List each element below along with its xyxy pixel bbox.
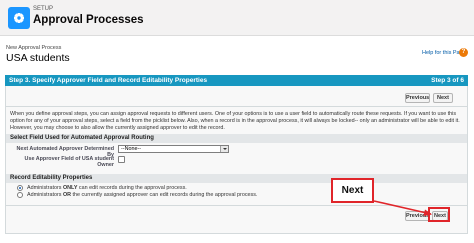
annotation-arrow bbox=[373, 200, 432, 216]
next-button-highlight bbox=[428, 207, 450, 222]
next-callout: Next bbox=[331, 178, 374, 203]
